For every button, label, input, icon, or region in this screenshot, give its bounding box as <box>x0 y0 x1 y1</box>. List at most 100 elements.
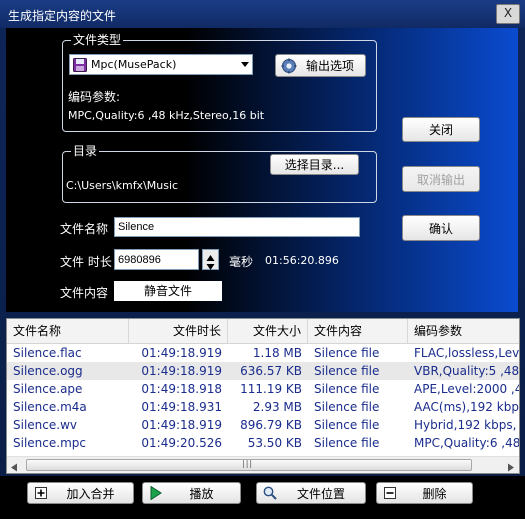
cell-params: AAC(ms),192 kbp <box>414 400 519 414</box>
action-bar: 加入合并 播放 文件位置 删除 <box>0 476 525 519</box>
scroll-right-icon[interactable] <box>507 461 515 473</box>
horizontal-scrollbar[interactable]: ||| <box>7 456 519 473</box>
cancel-output-button[interactable]: 取消输出 <box>402 166 480 192</box>
close-icon: X <box>503 6 513 20</box>
dialog-window: 生成指定内容的文件 X 文件类型 Mpc(MusePack) 输出选项 编码参数… <box>0 0 525 519</box>
delete-button[interactable]: 删除 <box>376 482 473 504</box>
file-list-table[interactable]: 文件名称 文件时长 文件大小 文件内容 编码参数 Silence.flac 01:… <box>6 318 520 474</box>
add-merge-label: 加入合并 <box>66 486 115 501</box>
file-type-group: 文件类型 Mpc(MusePack) 输出选项 编码参数: MPC,Qualit… <box>62 33 377 132</box>
cell-duration: 01:49:18.919 <box>141 418 222 432</box>
file-name-input[interactable] <box>114 217 360 237</box>
main-panel: 文件类型 Mpc(MusePack) 输出选项 编码参数: MPC,Qualit… <box>6 28 518 312</box>
column-header-name[interactable]: 文件名称 <box>7 319 129 343</box>
magnifier-icon <box>263 486 277 500</box>
cell-name: Silence.flac <box>13 346 82 360</box>
play-label: 播放 <box>189 486 214 501</box>
cell-name: Silence.m4a <box>13 400 87 414</box>
directory-path: C:\Users\kmfx\Music <box>66 179 179 192</box>
cell-size: 636.57 KB <box>240 364 302 378</box>
choose-directory-button[interactable]: 选择目录... <box>270 154 359 175</box>
cell-size: 53.50 KB <box>247 436 302 450</box>
confirm-button[interactable]: 确认 <box>402 215 480 241</box>
cell-duration: 01:49:18.919 <box>141 364 222 378</box>
file-location-button[interactable]: 文件位置 <box>256 482 366 504</box>
table-row[interactable]: Silence.mpc 01:49:20.526 53.50 KB Silence f… <box>7 434 520 452</box>
content-value: 静音文件 <box>143 284 192 298</box>
gear-icon <box>281 58 297 74</box>
delete-label: 删除 <box>422 486 447 501</box>
duration-spinner[interactable] <box>202 249 219 270</box>
cell-params: Hybrid,192 kbps, <box>414 418 517 432</box>
cell-content: Silence file <box>314 346 380 360</box>
content-value-box[interactable]: 静音文件 <box>114 281 222 301</box>
duration-unit: 毫秒 <box>229 255 254 269</box>
table-row[interactable]: Silence.wv 01:49:18.919 896.79 KB Silence f… <box>7 416 519 434</box>
cell-params: VBR,Quality:5 ,48 <box>414 364 520 378</box>
table-row[interactable]: Silence.m4a 01:49:18.931 2.93 MB Silence fi… <box>7 398 519 416</box>
scrollbar-thumb[interactable]: ||| <box>26 459 472 471</box>
cell-params: APE,Level:2000 ,4 <box>414 382 520 396</box>
cell-duration: 01:49:20.526 <box>141 436 222 450</box>
plus-icon <box>34 486 48 500</box>
title-bar: 生成指定内容的文件 X <box>0 0 525 28</box>
column-header-params[interactable]: 编码参数 <box>408 319 519 343</box>
cell-duration: 01:49:18.918 <box>141 382 222 396</box>
content-label: 文件内容 <box>60 286 109 300</box>
add-merge-button[interactable]: 加入合并 <box>27 482 134 504</box>
table-row[interactable]: Silence.ape 01:49:18.918 111.19 KB Silence … <box>7 380 520 398</box>
window-close-button[interactable]: X <box>496 4 520 24</box>
close-button-label: 关闭 <box>428 123 453 137</box>
column-header-duration[interactable]: 文件时长 <box>129 319 228 343</box>
cell-size: 111.19 KB <box>240 382 302 396</box>
column-header-size[interactable]: 文件大小 <box>228 319 308 343</box>
duration-label: 文件 时长 <box>60 255 112 269</box>
format-select[interactable]: Mpc(MusePack) <box>69 54 253 75</box>
format-select-value: Mpc(MusePack) <box>91 58 177 71</box>
cell-size: 1.18 MB <box>252 346 302 360</box>
output-options-button[interactable]: 输出选项 <box>275 54 366 77</box>
duration-readout: 01:56:20.896 <box>265 254 339 267</box>
confirm-button-label: 确认 <box>428 221 453 236</box>
file-name-label: 文件名称 <box>60 222 109 236</box>
directory-group: 目录 选择目录... C:\Users\kmfx\Music <box>62 144 377 203</box>
directory-group-label: 目录 <box>71 144 100 158</box>
scroll-left-icon[interactable] <box>10 461 18 473</box>
table-header: 文件名称 文件时长 文件大小 文件内容 编码参数 <box>7 319 519 344</box>
output-options-label: 输出选项 <box>306 59 355 73</box>
cell-name: Silence.mpc <box>13 436 86 450</box>
encode-params-label: 编码参数: <box>68 90 121 104</box>
cell-name: Silence.ogg <box>13 364 83 378</box>
cancel-output-label: 取消输出 <box>416 172 465 187</box>
encode-params-value: MPC,Quality:6 ,48 kHz,Stereo,16 bit <box>68 109 265 122</box>
cell-content: Silence file <box>314 400 380 414</box>
file-type-group-label: 文件类型 <box>71 33 124 47</box>
cell-name: Silence.ape <box>13 382 83 396</box>
cell-params: MPC,Quality:6 ,48 <box>414 436 520 450</box>
floppy-disk-icon <box>73 58 87 75</box>
play-icon <box>149 486 163 500</box>
spin-down-icon[interactable] <box>206 260 215 274</box>
cell-duration: 01:49:18.931 <box>141 400 222 414</box>
cell-content: Silence file <box>314 382 380 396</box>
duration-input[interactable] <box>114 249 199 270</box>
window-title: 生成指定内容的文件 <box>8 9 117 23</box>
table-row[interactable]: Silence.ogg 01:49:18.919 636.57 KB Silence … <box>7 362 520 380</box>
cell-content: Silence file <box>314 418 380 432</box>
cell-content: Silence file <box>314 364 380 378</box>
column-header-content[interactable]: 文件内容 <box>308 319 408 343</box>
cell-duration: 01:49:18.919 <box>141 346 222 360</box>
play-button[interactable]: 播放 <box>142 482 241 504</box>
choose-directory-label: 选择目录... <box>284 158 345 172</box>
table-row[interactable]: Silence.flac 01:49:18.919 1.18 MB Silence f… <box>7 344 520 362</box>
cell-params: FLAC,lossless,Level: <box>414 346 520 360</box>
cell-size: 896.79 KB <box>240 418 302 432</box>
close-button[interactable]: 关闭 <box>402 117 480 142</box>
cell-content: Silence file <box>314 436 380 450</box>
chevron-down-icon <box>240 58 250 73</box>
minus-icon <box>383 486 397 500</box>
file-location-label: 文件位置 <box>296 486 345 501</box>
cell-name: Silence.wv <box>13 418 77 432</box>
cell-size: 2.93 MB <box>252 400 302 414</box>
grip-icon: ||| <box>242 459 254 468</box>
